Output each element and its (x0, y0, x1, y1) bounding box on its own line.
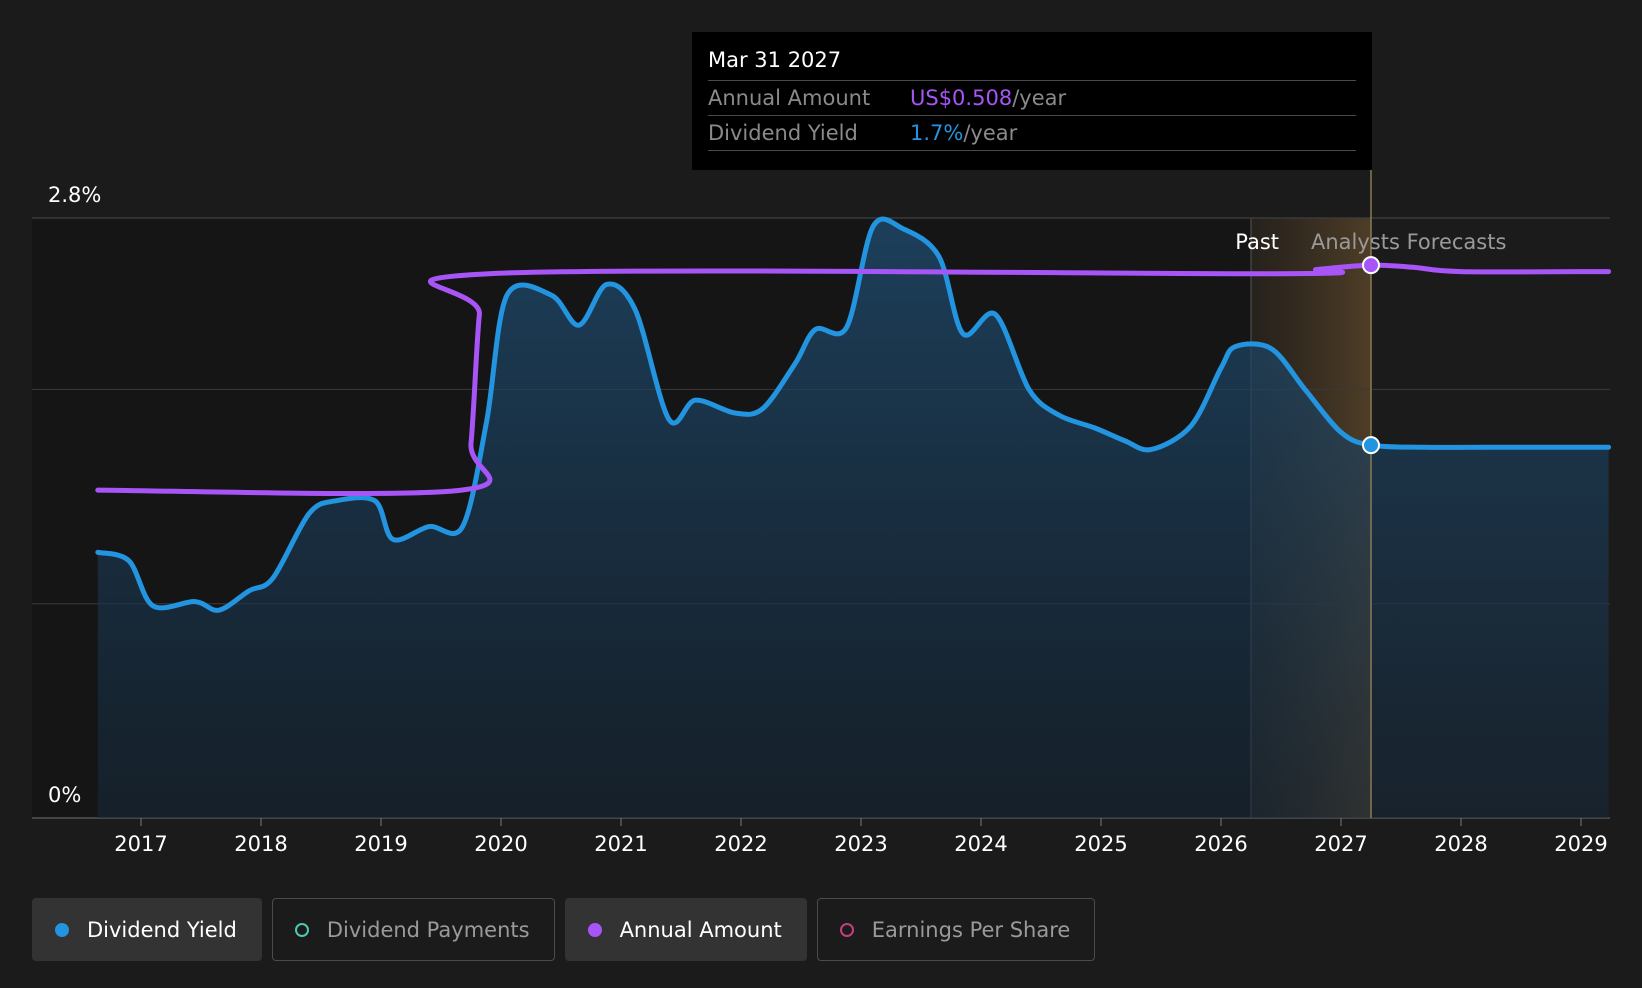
x-tick-label: 2017 (114, 832, 167, 856)
x-tick-label: 2025 (1074, 832, 1127, 856)
legend-item-dividend-payments[interactable]: Dividend Payments (271, 898, 555, 961)
tooltip-value: US$0.508 (910, 86, 1013, 110)
dividend-yield-hover-point (1362, 436, 1380, 455)
x-tick-label: 2028 (1434, 832, 1487, 856)
tooltip-value-group: 1.7%/year (910, 116, 1017, 150)
legend-label: Annual Amount (619, 917, 782, 942)
legend-hollow-dot-icon (294, 922, 309, 937)
tooltip-label: Annual Amount (708, 86, 871, 110)
tooltip-row-dividend-yield: Dividend Yield 1.7%/year (708, 116, 1356, 151)
tooltip-unit: /year (1012, 86, 1067, 110)
legend-filled-dot-icon (55, 922, 69, 937)
x-tick-label: 2024 (954, 832, 1007, 856)
legend-item-dividend-yield[interactable]: Dividend Yield (32, 898, 262, 961)
x-tick-label: 2023 (834, 832, 887, 856)
legend-label: Dividend Payments (326, 917, 530, 942)
y-tick-label: 0% (48, 783, 81, 807)
x-tick-label: 2021 (594, 832, 647, 856)
tooltip-label: Dividend Yield (708, 121, 858, 145)
x-tick-label: 2019 (354, 832, 407, 856)
dividend-chart-widget: 2.8% 0% 2017 2018 2019 2020 2021 2022 2023 2024 20… (0, 0, 1642, 988)
x-tick-label: 2026 (1194, 832, 1247, 856)
chart-tooltip: Mar 31 2027 Annual Amount US$0.508/year … (692, 32, 1372, 170)
tooltip-value-group: US$0.508/year (910, 81, 1066, 115)
legend-filled-dot-icon (587, 922, 602, 937)
annual-amount-hover-point (1362, 256, 1380, 275)
chart-legend: Dividend Yield Dividend Payments Annual … (32, 898, 1096, 961)
tooltip-row-annual-amount: Annual Amount US$0.508/year (708, 81, 1356, 116)
past-label: Past (1235, 230, 1279, 254)
x-tick-label: 2018 (234, 832, 287, 856)
y-tick-label: 2.8% (48, 183, 101, 207)
legend-item-annual-amount[interactable]: Annual Amount (564, 898, 807, 961)
tooltip-unit: /year (963, 121, 1018, 145)
x-tick-label: 2027 (1314, 832, 1367, 856)
x-tick-label: 2029 (1554, 832, 1607, 856)
tooltip-date: Mar 31 2027 (708, 44, 1356, 81)
x-tick-label: 2020 (474, 832, 527, 856)
legend-item-earnings-per-share[interactable]: Earnings Per Share (816, 898, 1096, 961)
x-tick-label: 2022 (714, 832, 767, 856)
tooltip-value: 1.7% (910, 121, 964, 145)
legend-label: Earnings Per Share (871, 917, 1071, 942)
analysts-forecasts-label: Analysts Forecasts (1311, 230, 1506, 254)
legend-hollow-dot-icon (839, 922, 854, 937)
legend-label: Dividend Yield (87, 917, 237, 942)
